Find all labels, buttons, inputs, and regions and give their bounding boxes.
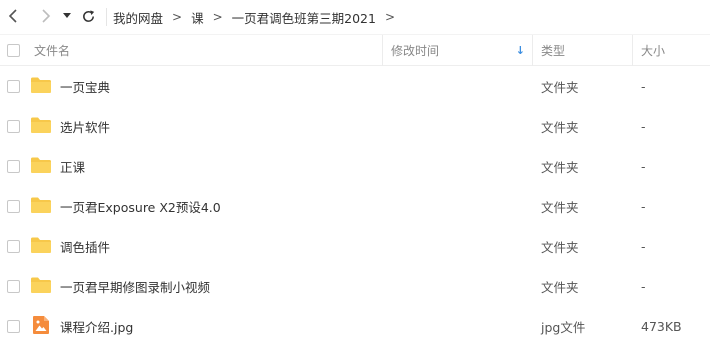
breadcrumb-item[interactable]: 一页君调色班第三期2021 [232,8,376,27]
column-header-modified[interactable]: 修改时间 ↓ [391,35,531,66]
folder-icon [30,76,52,98]
toolbar: 我的网盘 > 课 > 一页君调色班第三期2021 > [0,0,710,34]
file-size: - [641,78,646,94]
row-checkbox[interactable] [7,240,20,253]
image-file-icon [32,315,50,339]
history-dropdown-button[interactable] [60,7,74,25]
chevron-right-icon [42,9,51,23]
chevron-left-icon [8,9,17,23]
row-checkbox[interactable] [7,160,20,173]
file-name[interactable]: 一页宝典 [60,66,110,106]
file-type: 文件夹 [541,279,579,295]
breadcrumb-separator[interactable]: > [385,10,395,24]
sort-descending-icon: ↓ [515,44,525,57]
toolbar-divider [106,8,107,26]
row-checkbox[interactable] [7,80,20,93]
file-row[interactable]: 选片软件 文件夹 - [0,106,710,146]
select-all-checkbox[interactable] [7,44,20,57]
folder-icon [30,196,52,218]
forward-button[interactable] [36,7,54,25]
column-header-name[interactable]: 文件名 [34,35,70,66]
file-name[interactable]: 一页君Exposure X2预设4.0 [60,186,221,226]
file-row[interactable]: 一页宝典 文件夹 - [0,66,710,106]
column-divider[interactable] [382,35,383,66]
breadcrumb-item[interactable]: 课 [191,8,204,27]
file-name[interactable]: 选片软件 [60,106,110,146]
folder-icon [30,236,52,258]
folder-icon [30,276,52,298]
folder-icon [30,156,52,178]
row-checkbox[interactable] [7,280,20,293]
refresh-button[interactable] [79,7,97,25]
column-size-label: 大小 [641,44,666,58]
column-header: 文件名 修改时间 ↓ 类型 大小 [0,34,710,66]
folder-icon [30,116,52,138]
breadcrumb-separator: > [172,10,183,24]
file-type: 文件夹 [541,119,579,135]
column-modified-label: 修改时间 [391,44,440,58]
column-name-label: 文件名 [34,44,71,58]
column-header-type[interactable]: 类型 [541,35,565,66]
file-name[interactable]: 课程介绍.jpg [60,306,133,346]
breadcrumb-separator: > [212,10,223,24]
file-size: 473KB [641,318,682,334]
file-name[interactable]: 调色插件 [60,226,110,266]
column-header-size[interactable]: 大小 [641,35,665,66]
file-row[interactable]: 一页君Exposure X2预设4.0 文件夹 - [0,186,710,226]
file-size: - [641,158,646,174]
row-checkbox[interactable] [7,320,20,333]
file-row[interactable]: 一页君早期修图录制小视频 文件夹 - [0,266,710,306]
caret-down-icon [63,13,71,18]
file-size: - [641,278,646,294]
file-name[interactable]: 一页君早期修图录制小视频 [60,266,210,306]
column-type-label: 类型 [541,44,566,58]
file-row[interactable]: 调色插件 文件夹 - [0,226,710,266]
refresh-icon [82,9,94,22]
row-checkbox[interactable] [7,200,20,213]
file-size: - [641,238,646,254]
file-row[interactable]: 正课 文件夹 - [0,146,710,186]
breadcrumb: 我的网盘 > 课 > 一页君调色班第三期2021 > [113,0,404,34]
file-row[interactable]: 课程介绍.jpg jpg文件 473KB [0,306,710,346]
file-size: - [641,198,646,214]
column-divider[interactable] [632,35,633,66]
file-size: - [641,118,646,134]
breadcrumb-item[interactable]: 我的网盘 [113,8,163,27]
file-type: jpg文件 [541,319,586,335]
file-type: 文件夹 [541,79,579,95]
file-type: 文件夹 [541,159,579,175]
back-button[interactable] [5,7,23,25]
file-name[interactable]: 正课 [60,146,85,186]
file-type: 文件夹 [541,239,579,255]
column-divider[interactable] [532,35,533,66]
row-checkbox[interactable] [7,120,20,133]
file-type: 文件夹 [541,199,579,215]
